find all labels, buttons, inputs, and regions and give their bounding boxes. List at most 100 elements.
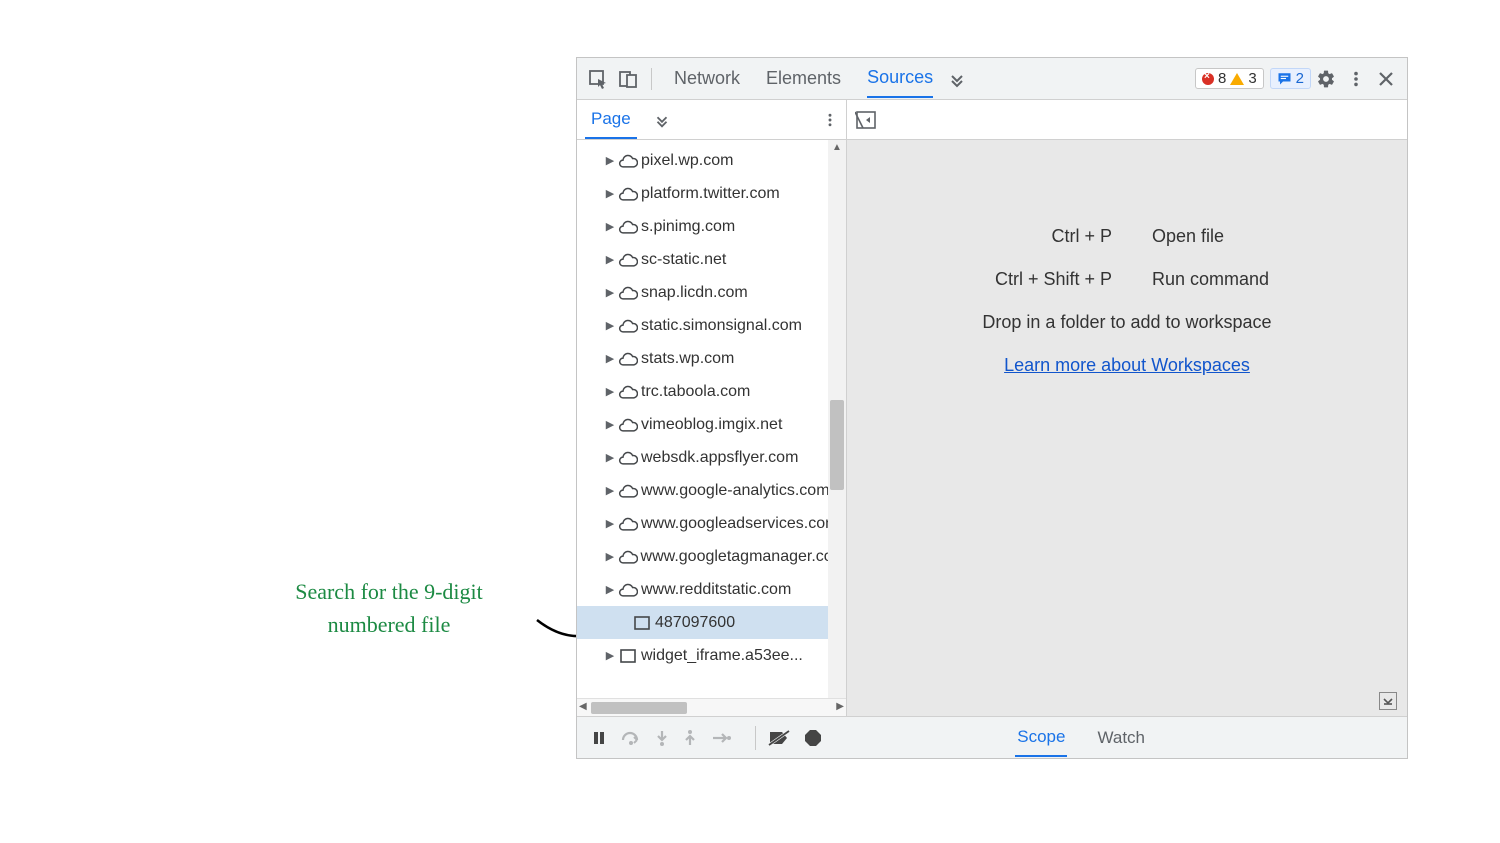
tree-item[interactable]: ▶s.pinimg.com	[577, 210, 846, 243]
caret-icon: ▶	[603, 649, 617, 662]
warning-count: 3	[1248, 70, 1256, 87]
editor-pane: Ctrl + P Open file Ctrl + Shift + P Run …	[847, 140, 1407, 716]
caret-icon: ▶	[603, 220, 617, 233]
vertical-scroll-thumb[interactable]	[830, 400, 844, 490]
tree-item[interactable]: 487097600	[577, 606, 846, 639]
navigator-tabs: Page	[577, 100, 847, 139]
devtools-toolbar: Network Elements Sources 8 3 2	[577, 58, 1407, 100]
tree-item[interactable]: ▶ platform.twitter.com	[577, 177, 846, 210]
tree-item[interactable]: ▶www.google-analytics.com	[577, 474, 846, 507]
step-out-icon[interactable]	[683, 729, 697, 747]
tree-item-label: www.redditstatic.com	[641, 581, 791, 599]
tree-item-label: trc.taboola.com	[641, 383, 750, 401]
navigator-menu-icon[interactable]	[822, 112, 838, 128]
sources-subbar: Page	[577, 100, 1407, 140]
message-count: 2	[1296, 70, 1304, 87]
pause-icon[interactable]	[591, 730, 607, 746]
tree-item[interactable]: ▶ trc.taboola.com	[577, 375, 846, 408]
caret-icon: ▶	[603, 451, 617, 464]
tree-item[interactable]: ▶www.googleadservices.com	[577, 507, 846, 540]
editor-toolbar	[847, 100, 1407, 139]
device-toggle-icon[interactable]	[613, 64, 643, 94]
annotation-line2: numbered file	[328, 612, 451, 637]
cloud-icon	[617, 318, 639, 334]
tree-item[interactable]: ▶sc-static.net	[577, 243, 846, 276]
shortcut-open-file-desc: Open file	[1152, 226, 1292, 247]
annotation-text: Search for the 9-digit numbered file	[244, 575, 534, 641]
cloud-icon	[617, 219, 639, 235]
tab-watch[interactable]: Watch	[1095, 720, 1147, 756]
settings-gear-icon[interactable]	[1311, 64, 1341, 94]
tree-item[interactable]: ▶ snap.licdn.com	[577, 276, 846, 309]
step-into-icon[interactable]	[655, 729, 669, 747]
tabs-overflow-icon[interactable]	[947, 69, 967, 89]
caret-icon: ▶	[603, 484, 617, 497]
caret-icon: ▶	[603, 286, 617, 299]
kebab-menu-icon[interactable]	[1341, 64, 1371, 94]
caret-icon: ▶	[603, 352, 617, 365]
tree-item[interactable]: ▶ websdk.appsflyer.com	[577, 441, 846, 474]
close-devtools-icon[interactable]	[1371, 64, 1401, 94]
errors-warnings-badge[interactable]: 8 3	[1195, 68, 1264, 89]
deactivate-breakpoints-icon[interactable]	[768, 729, 790, 747]
tab-elements[interactable]: Elements	[766, 60, 841, 97]
caret-icon: ▶	[603, 319, 617, 332]
inspect-element-icon[interactable]	[583, 64, 613, 94]
annotation-line1: Search for the 9-digit	[295, 579, 483, 604]
shortcut-open-file-key: Ctrl + P	[962, 226, 1112, 247]
caret-icon: ▶	[603, 517, 617, 530]
cloud-icon	[617, 516, 639, 532]
navigator-page-tab[interactable]: Page	[585, 101, 637, 139]
pause-exceptions-icon[interactable]	[804, 729, 822, 747]
tree-item-label: www.googletagmanager.com	[641, 548, 846, 566]
caret-icon: ▶	[603, 418, 617, 431]
tab-sources[interactable]: Sources	[867, 59, 933, 98]
tree-item-label: vimeoblog.imgix.net	[641, 416, 782, 434]
toggle-navigator-icon[interactable]	[855, 109, 877, 131]
tree-item-label: platform.twitter.com	[641, 185, 780, 203]
file-tree-scroll[interactable]: ▶pixel.wp.com▶platform.twitter.com▶s.pin…	[577, 140, 846, 698]
tree-item[interactable]: ▶ stats.wp.com	[577, 342, 846, 375]
caret-icon: ▶	[603, 154, 617, 167]
tree-item-label: snap.licdn.com	[641, 284, 748, 302]
debugger-divider	[755, 726, 756, 750]
horizontal-scroll-thumb[interactable]	[591, 702, 687, 714]
caret-icon: ▶	[603, 583, 617, 596]
cloud-icon	[617, 483, 639, 499]
messages-badge[interactable]: 2	[1270, 68, 1311, 89]
tree-item-label: static.simonsignal.com	[641, 317, 802, 335]
cloud-icon	[617, 351, 639, 367]
caret-icon: ▶	[603, 385, 617, 398]
cloud-icon	[617, 153, 639, 169]
tree-item-label: stats.wp.com	[641, 350, 734, 368]
tab-network[interactable]: Network	[674, 60, 740, 97]
workspaces-learn-link[interactable]: Learn more about Workspaces	[962, 355, 1292, 376]
tree-item-label: widget_iframe.a53ee...	[641, 647, 803, 665]
tree-item[interactable]: ▶ widget_iframe.a53ee...	[577, 639, 846, 672]
error-count: 8	[1218, 70, 1226, 87]
vertical-scrollbar[interactable]: ▲	[828, 140, 846, 698]
cloud-icon	[617, 252, 639, 268]
horizontal-scrollbar[interactable]: ◀ ▶	[577, 698, 846, 716]
error-icon	[1202, 73, 1214, 85]
step-icon[interactable]	[711, 731, 731, 745]
editor-dropdown-icon[interactable]	[1379, 692, 1397, 710]
navigator-overflow-icon[interactable]	[653, 111, 671, 129]
tree-item[interactable]: ▶ vimeoblog.imgix.net	[577, 408, 846, 441]
toolbar-tabs: Network Elements Sources	[674, 59, 933, 98]
file-icon	[631, 616, 653, 630]
tree-item[interactable]: ▶ www.redditstatic.com	[577, 573, 846, 606]
tree-item[interactable]: ▶pixel.wp.com	[577, 144, 846, 177]
tab-scope[interactable]: Scope	[1015, 719, 1067, 757]
file-tree: ▶pixel.wp.com▶platform.twitter.com▶s.pin…	[577, 140, 846, 676]
caret-icon: ▶	[603, 187, 617, 200]
tree-item[interactable]: ▶ static.simonsignal.com	[577, 309, 846, 342]
tree-item-label: websdk.appsflyer.com	[641, 449, 798, 467]
warning-icon	[1230, 73, 1244, 85]
step-over-icon[interactable]	[621, 730, 641, 746]
cloud-icon	[617, 549, 639, 565]
shortcut-run-cmd-desc: Run command	[1152, 269, 1292, 290]
tree-item[interactable]: ▶ www.googletagmanager.com	[577, 540, 846, 573]
caret-icon: ▶	[603, 550, 617, 563]
debugger-controls	[577, 729, 745, 747]
